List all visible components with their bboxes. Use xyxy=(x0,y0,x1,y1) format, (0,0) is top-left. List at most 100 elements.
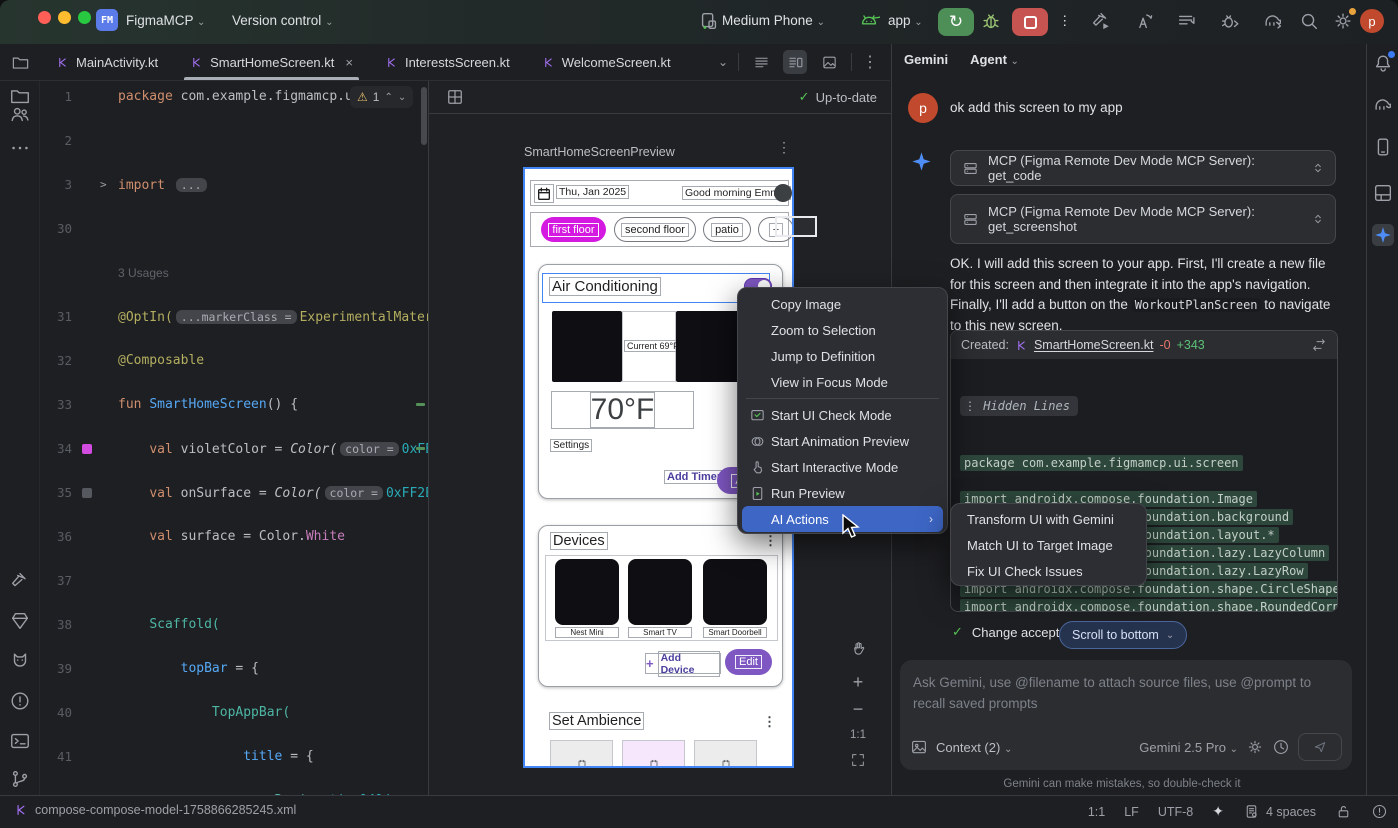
pan-tool-icon[interactable] xyxy=(847,637,869,659)
submenu-item-fix-ui-check-issues[interactable]: Fix UI Check Issues xyxy=(951,558,1146,584)
profiler-icon[interactable] xyxy=(1133,10,1155,32)
gemini-tool-icon[interactable] xyxy=(1372,224,1394,246)
menu-item-copy-image[interactable]: Copy Image xyxy=(738,291,947,317)
preview-name-label[interactable]: SmartHomeScreenPreview xyxy=(524,145,675,159)
code-line[interactable]: 40 TopAppBar( xyxy=(40,702,428,724)
scroll-to-bottom-button[interactable]: Scroll to bottom⌄ xyxy=(1059,621,1187,649)
device-explorer-icon[interactable] xyxy=(9,610,31,632)
context-selector[interactable]: Context (2) ⌄ xyxy=(936,740,1012,755)
usages-hint[interactable]: 3 Usages xyxy=(118,262,169,284)
code-line[interactable]: 31@OptIn(...markerClass =ExperimentalMat… xyxy=(40,306,428,328)
more-tools-icon[interactable] xyxy=(9,137,31,159)
problems-tool-icon[interactable] xyxy=(9,690,31,712)
attach-debugger-icon[interactable] xyxy=(1219,10,1241,32)
code-line[interactable]: 32@Composable xyxy=(40,350,428,372)
project-folder-icon[interactable] xyxy=(0,44,40,80)
preview-kebab-icon[interactable]: ⋮ xyxy=(777,139,791,156)
tab-InterestsScreen.kt[interactable]: InterestsScreen.kt xyxy=(369,44,526,80)
preview-layout-icon[interactable] xyxy=(445,87,465,107)
mcp-card-get-code[interactable]: MCP (Figma Remote Dev Mode MCP Server): … xyxy=(950,150,1336,186)
next-issue-icon[interactable]: ⌄ xyxy=(398,92,406,103)
tab-close-icon[interactable]: × xyxy=(345,55,353,70)
code-line[interactable]: 34 val violetColor = Color(color =0xFEB xyxy=(40,438,428,460)
editor-options-kebab[interactable]: ⋮ xyxy=(862,52,878,72)
vcs-menu[interactable]: Version control ⌄ xyxy=(232,13,333,28)
device-tile[interactable] xyxy=(628,559,692,625)
submenu-item-match-ui-to-target-image[interactable]: Match UI to Target Image xyxy=(951,532,1146,558)
device-manager-icon[interactable] xyxy=(698,10,720,32)
inspection-widget[interactable]: ⚠ 1 ⌃ ⌄ xyxy=(350,86,413,108)
file-encoding[interactable]: UTF-8 xyxy=(1158,805,1193,819)
maximize-window-button[interactable] xyxy=(78,11,91,24)
code-view-button[interactable] xyxy=(749,50,773,74)
chat-settings-icon[interactable] xyxy=(1246,738,1264,756)
highlight-level-icon[interactable] xyxy=(1371,803,1388,820)
line-ending[interactable]: LF xyxy=(1124,805,1139,819)
user-avatar[interactable]: p xyxy=(1360,9,1384,33)
gradle-sync-icon[interactable] xyxy=(1262,10,1284,32)
menu-item-zoom-to-selection[interactable]: Zoom to Selection xyxy=(738,317,947,343)
running-devices-icon[interactable] xyxy=(1372,136,1394,158)
attach-image-icon[interactable] xyxy=(910,738,928,756)
tab-SmartHomeScreen.kt[interactable]: SmartHomeScreen.kt× xyxy=(174,44,369,80)
gutter-color-swatch[interactable] xyxy=(82,488,92,498)
code-line[interactable]: 33fun SmartHomeScreen() { xyxy=(40,394,428,416)
debug-button[interactable] xyxy=(980,10,1002,32)
code-editor[interactable]: 1package com.example.figmamcp.u23>import… xyxy=(40,81,428,795)
status-file[interactable]: compose-compose-model-1758866285245.xml xyxy=(14,803,296,817)
send-button[interactable] xyxy=(1298,733,1342,761)
agent-tab[interactable]: Agent ⌄ xyxy=(970,52,1019,67)
code-line[interactable]: 3>import ... xyxy=(40,174,428,196)
hidden-lines-label[interactable]: Hidden Lines xyxy=(983,399,1070,413)
gutter-color-swatch[interactable] xyxy=(82,444,92,454)
caret-position[interactable]: 1:1 xyxy=(1088,805,1105,819)
ambience-tile[interactable] xyxy=(622,740,685,768)
stop-button[interactable] xyxy=(1012,8,1048,36)
menu-item-jump-to-definition[interactable]: Jump to Definition xyxy=(738,343,947,369)
app-quality-insights-icon[interactable] xyxy=(9,650,31,672)
indent-widget[interactable]: 4 spaces xyxy=(1243,803,1316,820)
run-config-selector[interactable]: app ⌄ xyxy=(888,13,923,28)
menu-item-start-animation-preview[interactable]: Start Animation Preview xyxy=(738,428,947,454)
code-line[interactable]: 35 val onSurface = Color(color =0xFF2E2 xyxy=(40,482,428,504)
gemini-status-icon[interactable]: ✦ xyxy=(1212,803,1224,820)
code-line[interactable]: 38 Scaffold( xyxy=(40,614,428,636)
zoom-100-button[interactable]: 1:1 xyxy=(847,724,869,746)
code-line[interactable]: 39 topBar = { xyxy=(40,658,428,680)
resource-manager-icon[interactable] xyxy=(9,103,31,125)
menu-item-run-preview[interactable]: Run Preview xyxy=(738,480,947,506)
settings-icon[interactable] xyxy=(1332,10,1354,32)
tab-MainActivity.kt[interactable]: MainActivity.kt xyxy=(40,44,174,80)
device-selector[interactable]: Medium Phone ⌄ xyxy=(722,13,825,28)
preview-view-button[interactable] xyxy=(817,50,841,74)
device-tile[interactable] xyxy=(555,559,619,625)
devices-kebab-icon[interactable]: ⋮ xyxy=(764,533,777,549)
zoom-to-fit-button[interactable] xyxy=(847,749,869,771)
diff-view-icon[interactable] xyxy=(1311,337,1327,353)
ambience-tile[interactable] xyxy=(694,740,757,768)
code-line[interactable]: 30 xyxy=(40,218,428,240)
floor-chip-patio[interactable]: patio xyxy=(703,217,751,242)
expand-chevron-icon[interactable] xyxy=(1310,160,1326,176)
mcp-card-get-screenshot[interactable]: MCP (Figma Remote Dev Mode MCP Server): … xyxy=(950,194,1336,244)
floor-chip-second-floor[interactable]: second floor xyxy=(614,217,696,242)
code-line[interactable]: 41 title = { xyxy=(40,746,428,768)
code-line[interactable]: 2 xyxy=(40,130,428,152)
fold-arrow-icon[interactable]: > xyxy=(100,174,107,196)
history-icon[interactable] xyxy=(1272,738,1290,756)
tab-list-chevron-icon[interactable]: ⌄ xyxy=(718,55,728,69)
add-timer-button[interactable]: Add Timer xyxy=(664,470,724,484)
prev-issue-icon[interactable]: ⌃ xyxy=(384,92,392,103)
profile-avatar[interactable] xyxy=(774,184,792,202)
zoom-in-button[interactable]: + xyxy=(847,671,869,693)
code-line[interactable]: 37 xyxy=(40,570,428,592)
layout-inspector-icon[interactable] xyxy=(1372,182,1394,204)
tab-WelcomeScreen.kt[interactable]: WelcomeScreen.kt xyxy=(526,44,687,80)
floor-chip-first-floor[interactable]: first floor xyxy=(541,217,606,242)
menu-item-start-interactive-mode[interactable]: Start Interactive Mode xyxy=(738,454,947,480)
terminal-tool-icon[interactable] xyxy=(9,730,31,752)
project-menu[interactable]: FigmaMCP ⌄ xyxy=(126,13,205,28)
selection-resize-handle[interactable] xyxy=(775,216,817,237)
settings-label[interactable]: Settings xyxy=(550,439,592,452)
notifications-icon[interactable] xyxy=(1372,52,1394,74)
